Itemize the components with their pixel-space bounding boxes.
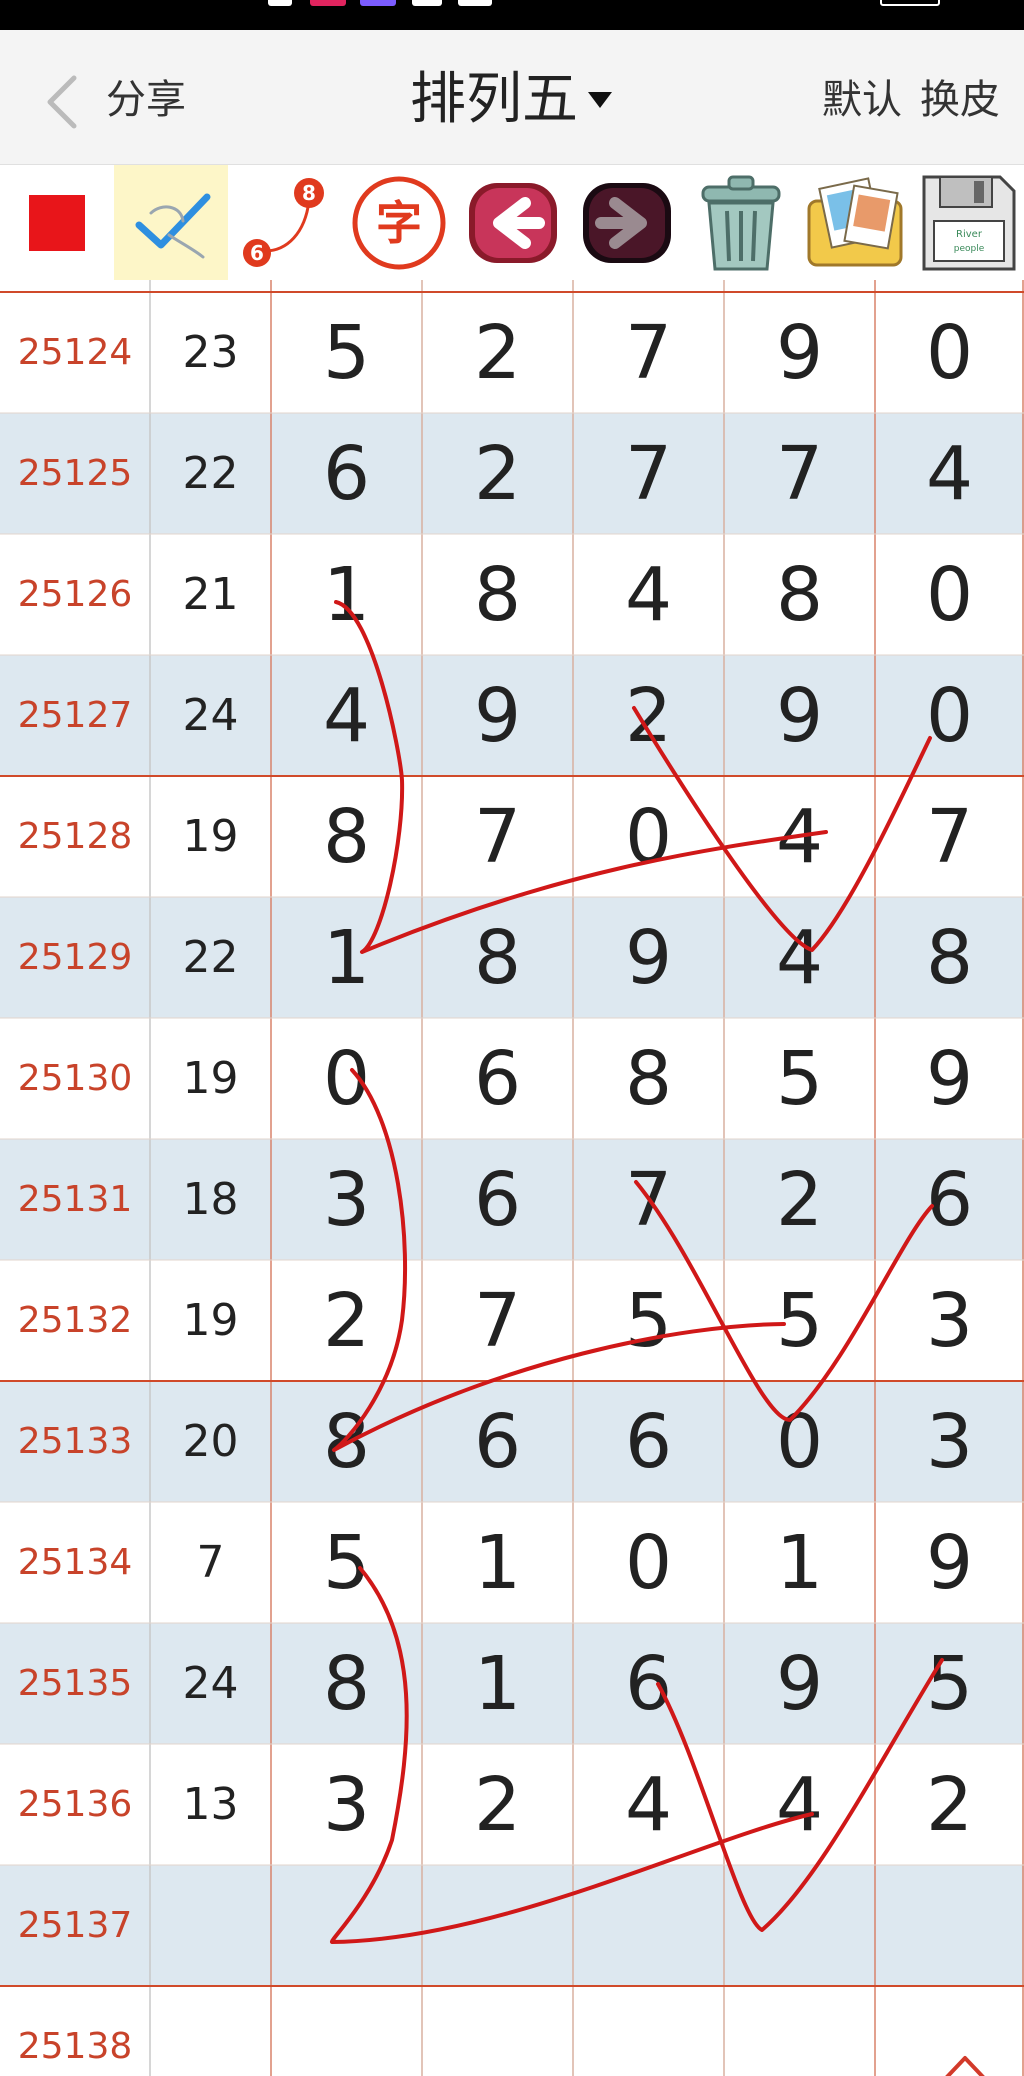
clear-button[interactable] xyxy=(684,165,798,280)
scroll-up-icon[interactable] xyxy=(940,2050,990,2076)
arrow-right-icon xyxy=(583,182,671,263)
change-skin-button[interactable]: 换皮 xyxy=(920,72,1000,128)
line-tool-button[interactable]: 8 6 xyxy=(228,165,342,280)
badge-8: 8 xyxy=(302,181,316,205)
floating-badge-icon[interactable] xyxy=(0,2060,80,2076)
text-tool-button[interactable]: 字 xyxy=(342,165,456,280)
photos-icon xyxy=(807,176,903,266)
drawing-toolbar: 8 6 字 River people xyxy=(0,165,1024,280)
status-icon xyxy=(360,0,396,6)
trash-icon xyxy=(701,175,781,270)
floppy-disk-icon: River people xyxy=(922,175,1016,270)
arrow-left-icon xyxy=(469,182,557,263)
share-button[interactable]: 分享 xyxy=(106,72,186,128)
save-button[interactable]: River people xyxy=(912,165,1024,280)
status-icon xyxy=(268,0,292,6)
default-skin-button[interactable]: 默认 xyxy=(822,72,902,128)
dropdown-caret-icon xyxy=(588,92,612,108)
top-nav-bar: 分享 排列五 默认 换皮 xyxy=(0,30,1024,165)
floppy-label: River xyxy=(956,229,983,240)
badge-6: 6 xyxy=(250,241,264,265)
redo-button[interactable] xyxy=(570,165,684,280)
draw-chart-grid[interactable]: 25124 23 5 2 7 9 0 25125 22 6 2 7 7 4 25126 21 1 8 4 8 0 2512… xyxy=(0,280,1024,2076)
battery-icon xyxy=(880,0,940,6)
six-eight-icon: 8 6 xyxy=(243,177,324,267)
zi-char: 字 xyxy=(376,196,422,250)
status-bar xyxy=(0,0,1024,30)
undo-button[interactable] xyxy=(456,165,570,280)
zi-char-icon: 字 xyxy=(352,176,446,269)
gallery-button[interactable] xyxy=(798,165,912,280)
lottery-type-dropdown[interactable]: 排列五 xyxy=(410,60,620,140)
floppy-sublabel: people xyxy=(954,244,985,254)
red-square-icon xyxy=(29,194,85,251)
color-picker-button[interactable] xyxy=(0,165,114,280)
checkmark-icon xyxy=(135,193,211,258)
status-icon xyxy=(458,0,492,6)
back-chevron-icon[interactable] xyxy=(40,72,84,132)
page-title: 排列五 xyxy=(410,67,578,132)
status-icon xyxy=(310,0,346,6)
grid-lines xyxy=(0,280,1024,2076)
pen-tool-button[interactable] xyxy=(114,165,228,280)
status-icon xyxy=(412,0,442,6)
